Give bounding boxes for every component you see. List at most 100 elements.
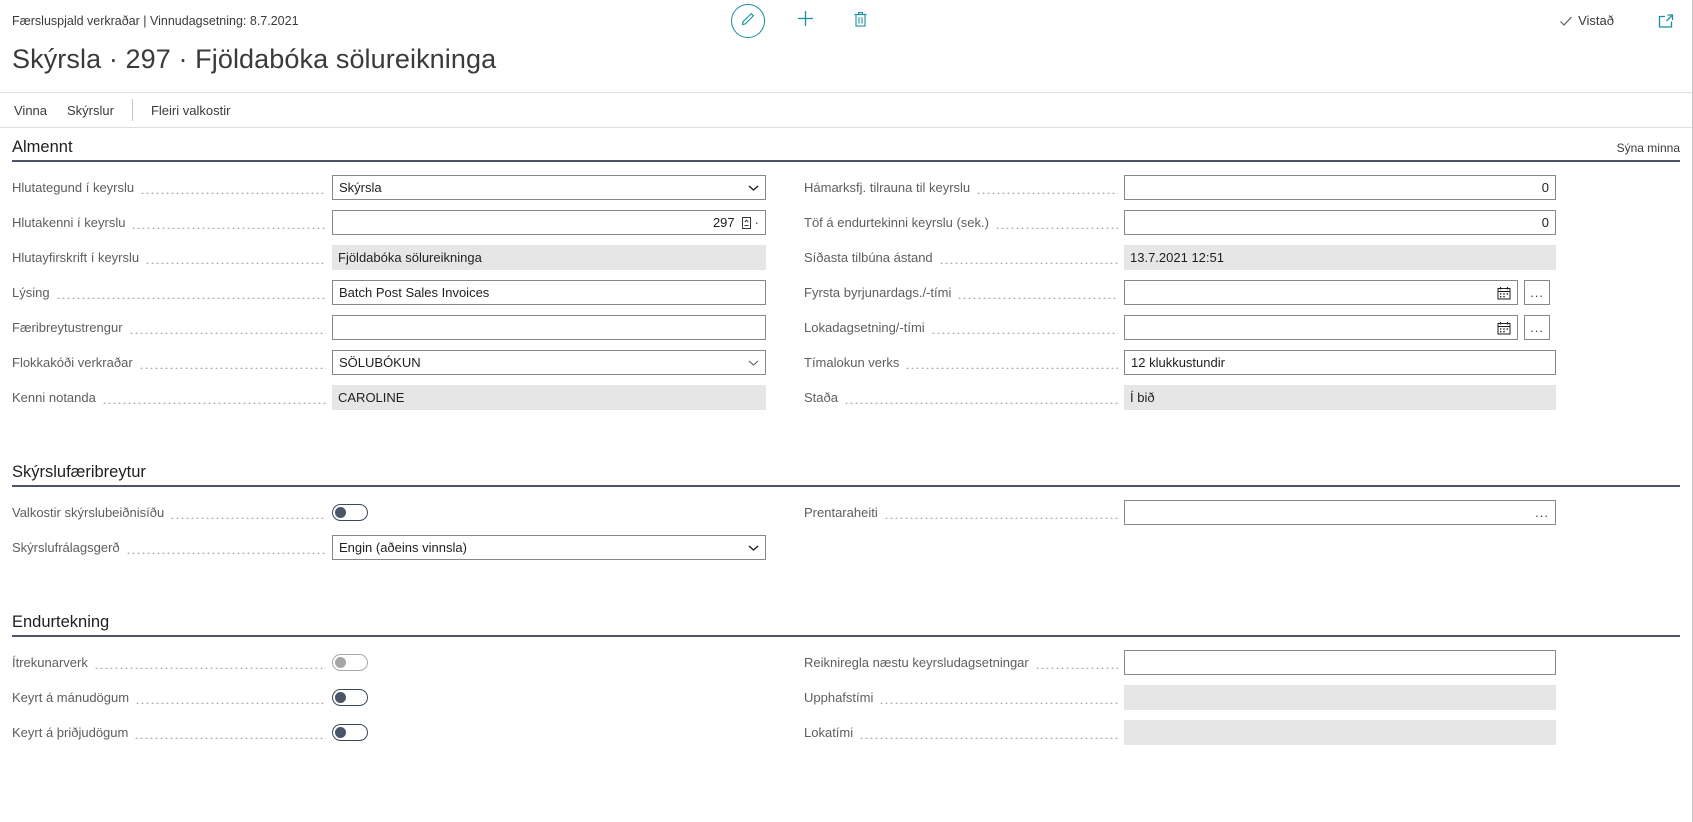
leader-dots	[145, 251, 326, 264]
leader-dots	[170, 506, 326, 519]
open-in-new-window-button[interactable]	[1656, 11, 1676, 36]
kenni-notanda-readonly: CAROLINE	[332, 385, 766, 410]
hlutakenni-input[interactable]: 297 ·	[332, 210, 766, 235]
field-stada: Staða Í bið	[790, 380, 1692, 415]
leader-dots	[995, 216, 1118, 229]
field-label: Hámarksfj. tilrauna til keyrslu	[804, 180, 970, 195]
prentaraheiti-input[interactable]: ...	[1124, 500, 1556, 525]
job-queue-entry-card-page: Færsluspjald verkraðar | Vinnudagsetning…	[0, 0, 1693, 822]
leader-dots	[879, 691, 1118, 704]
lokadagsetning-input[interactable]	[1124, 315, 1518, 340]
field-lokatimi: Lokatími	[790, 715, 1692, 750]
field-lokadagsetning: Lokadagsetning/-tími	[790, 310, 1692, 345]
flokkakodi-lookup[interactable]: SÖLUBÓKUN	[332, 350, 766, 375]
action-skyrslur[interactable]: Skýrslur	[57, 103, 124, 118]
group-almennt: Almennt Sýna minna Hlutategund í keyrslu…	[0, 128, 1692, 415]
group-spacer	[0, 415, 1692, 453]
edit-button[interactable]	[731, 4, 765, 38]
field-manudogum: Keyrt á mánudögum	[0, 680, 790, 715]
breadcrumb: Færsluspjald verkraðar | Vinnudagsetning…	[12, 14, 299, 28]
calendar-icon[interactable]	[1497, 286, 1511, 300]
upphafstimi-readonly	[1124, 685, 1556, 710]
leader-dots	[140, 181, 326, 194]
calendar-icon[interactable]	[1497, 321, 1511, 335]
tof-input[interactable]: 0	[1124, 210, 1556, 235]
hamarksfj-input[interactable]: 0	[1124, 175, 1556, 200]
leader-dots	[129, 321, 326, 334]
field-label: Prentaraheiti	[804, 505, 878, 520]
leader-dots	[939, 251, 1118, 264]
skyrslufralagsgerd-select[interactable]: Engin (aðeins vinnsla)	[332, 535, 766, 560]
leader-dots	[94, 656, 326, 669]
lokadagsetning-lookup-button[interactable]: ...	[1524, 315, 1550, 340]
field-value: 12 klukkustundir	[1131, 355, 1225, 370]
saved-label: Vistað	[1578, 13, 1614, 28]
faeribreytustrengur-input[interactable]	[332, 315, 766, 340]
leader-dots	[126, 541, 326, 554]
plus-icon	[796, 9, 815, 33]
field-kenni-notanda: Kenni notanda CAROLINE	[0, 380, 790, 415]
field-value: 297	[713, 215, 735, 230]
stada-readonly: Í bið	[1124, 385, 1556, 410]
assist-edit-icon[interactable]	[739, 215, 755, 231]
field-label: Staða	[804, 390, 838, 405]
group-title: Almennt	[12, 138, 73, 160]
field-value: Batch Post Sales Invoices	[339, 285, 489, 300]
group-skyrslufaeribreytur: Skýrslufæribreytur Valkostir skýrslubeið…	[0, 453, 1692, 565]
field-value: SÖLUBÓKUN	[339, 355, 421, 370]
field-value: Skýrsla	[339, 180, 382, 195]
leader-dots	[905, 356, 1118, 369]
manudogum-toggle[interactable]	[332, 689, 368, 706]
field-row: Keyrt á mánudögum Upphafstími	[0, 680, 1692, 715]
itrekunarverk-toggle[interactable]	[332, 654, 368, 671]
leader-dots	[131, 216, 326, 229]
field-skyrslufralagsgerd: Skýrslufrálagsgerð Engin (aðeins vinnsla…	[0, 530, 790, 565]
field-row: Kenni notanda CAROLINE Staða	[0, 380, 1692, 415]
ellipsis-icon: ...	[1530, 320, 1544, 335]
field-row: Keyrt á þriðjudögum Lokatími	[0, 715, 1692, 750]
hlutayfirskrift-readonly: Fjöldabóka sölureikninga	[332, 245, 766, 270]
field-label: Keyrt á mánudögum	[12, 690, 129, 705]
valkostir-toggle[interactable]	[332, 504, 368, 521]
ellipsis-icon[interactable]: ...	[1535, 505, 1549, 520]
reiknireglga-input[interactable]	[1124, 650, 1556, 675]
leader-dots	[139, 356, 326, 369]
lysing-input[interactable]: Batch Post Sales Invoices	[332, 280, 766, 305]
group-header-almennt: Almennt Sýna minna	[12, 128, 1680, 162]
group-title: Endurtekning	[12, 613, 109, 635]
content-area: Almennt Sýna minna Hlutategund í keyrslu…	[0, 128, 1692, 750]
field-label: Valkostir skýrslubeiðnisíðu	[12, 505, 164, 520]
action-separator	[132, 99, 133, 121]
group-header-endurtekning: Endurtekning	[12, 603, 1680, 637]
hlutategund-select[interactable]: Skýrsla	[332, 175, 766, 200]
field-label: Tímalokun verks	[804, 355, 899, 370]
field-label: Lokadagsetning/-tími	[804, 320, 925, 335]
action-bar: Vinna Skýrslur Fleiri valkostir	[0, 92, 1692, 128]
delete-button[interactable]	[845, 5, 875, 37]
leader-dots	[135, 691, 326, 704]
group-header-skyrslufaeribreytur: Skýrslufæribreytur	[12, 453, 1680, 487]
field-valkostir: Valkostir skýrslubeiðnisíðu	[0, 495, 790, 530]
fyrsta-byrjun-input[interactable]	[1124, 280, 1518, 305]
show-less-link[interactable]: Sýna minna	[1617, 141, 1680, 160]
fyrsta-byrjun-lookup-button[interactable]: ...	[1524, 280, 1550, 305]
field-hamarksfj: Hámarksfj. tilrauna til keyrslu 0	[790, 170, 1692, 205]
new-button[interactable]	[790, 5, 820, 37]
field-sidasta: Síðasta tilbúna ástand 13.7.2021 12:51	[790, 240, 1692, 275]
action-vinna[interactable]: Vinna	[4, 103, 57, 118]
thridjudogum-toggle[interactable]	[332, 724, 368, 741]
field-upphafstimi: Upphafstími	[790, 680, 1692, 715]
command-icons	[731, 4, 875, 38]
field-label: Hlutayfirskrift í keyrslu	[12, 250, 139, 265]
field-value: 0	[1542, 180, 1549, 195]
field-flokkakodi: Flokkakóði verkraðar SÖLUBÓKUN	[0, 345, 790, 380]
chevron-down-icon	[748, 544, 759, 552]
action-more-options[interactable]: Fleiri valkostir	[141, 103, 240, 118]
field-timalokun: Tímalokun verks 12 klukkustundir	[790, 345, 1692, 380]
field-row: Skýrslufrálagsgerð Engin (aðeins vinnsla…	[0, 530, 1692, 565]
field-label: Hlutakenni í keyrslu	[12, 215, 125, 230]
field-row: Flokkakóði verkraðar SÖLUBÓKUN	[0, 345, 1692, 380]
field-row: Hlutayfirskrift í keyrslu Fjöldabóka söl…	[0, 240, 1692, 275]
timalokun-input[interactable]: 12 klukkustundir	[1124, 350, 1556, 375]
pencil-icon	[740, 11, 756, 32]
